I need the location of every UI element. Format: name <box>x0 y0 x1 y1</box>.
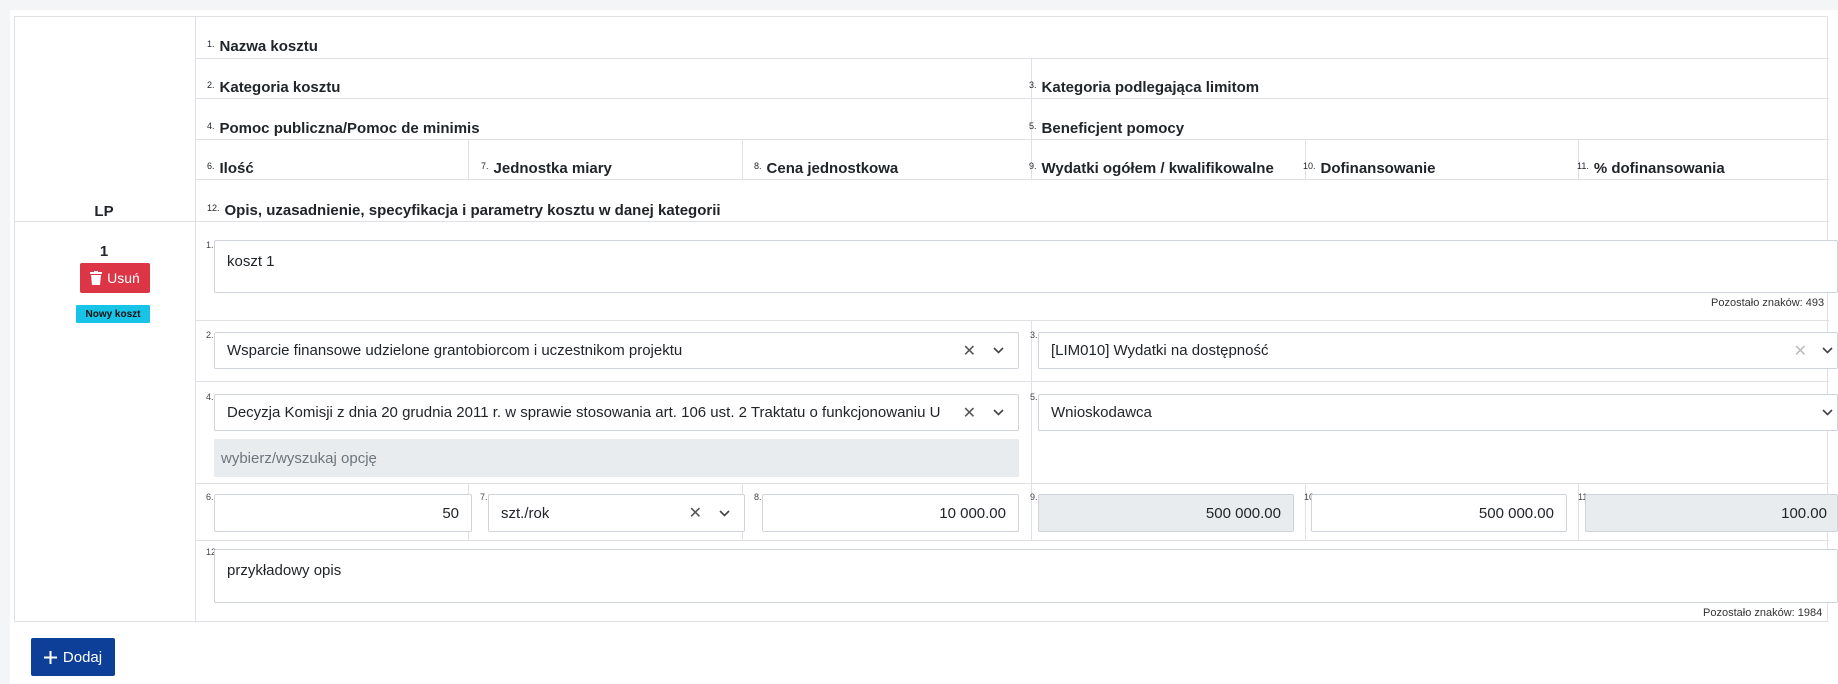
header-funding-percent: 11.% dofinansowania <box>1577 160 1725 177</box>
description-value: przykładowy opis <box>227 562 342 579</box>
header-unit: 7. Jednostka miary <box>481 160 612 177</box>
new-cost-badge: Nowy koszt <box>76 305 150 323</box>
field-index-6: 6. <box>206 492 214 502</box>
chevron-down-icon[interactable] <box>1822 395 1833 430</box>
description-textarea[interactable]: przykładowy opis <box>214 549 1838 603</box>
public-aid-select[interactable]: Decyzja Komisji z dnia 20 grudnia 2011 r… <box>214 394 1019 431</box>
clear-icon[interactable]: ✕ <box>963 333 976 368</box>
chevron-down-icon[interactable] <box>1822 333 1833 368</box>
header-description: 12. Opis, uzasadnienie, specyfikacja i pa… <box>207 202 721 219</box>
funding-percent-input: 100.00 <box>1585 494 1838 532</box>
clear-icon[interactable]: ✕ <box>963 395 976 430</box>
unit-price-input[interactable]: 10 000.00 <box>762 494 1019 532</box>
total-expenses-value: 500 000.00 <box>1205 504 1281 522</box>
field-index-3: 3. <box>1030 330 1038 340</box>
chevron-down-icon[interactable] <box>993 333 1004 368</box>
header-quantity: 6. Ilość <box>207 160 254 177</box>
unit-price-value: 10 000.00 <box>939 504 1006 522</box>
quantity-value: 50 <box>442 504 459 522</box>
header-cost-category: 2. Kategoria kosztu <box>207 79 341 96</box>
header-cost-name: 1. Nazwa kosztu <box>207 38 318 55</box>
chevron-down-icon[interactable] <box>719 495 730 531</box>
field-index-4: 4. <box>206 392 214 402</box>
aid-beneficiary-value: Wnioskodawca <box>1051 404 1152 421</box>
clear-icon[interactable]: ✕ <box>1794 333 1807 368</box>
field-index-9: 9. <box>1030 492 1038 502</box>
description-counter: Pozostało znaków: 1984 <box>1703 607 1823 619</box>
delete-button-label: Usuń <box>107 270 140 286</box>
trash-icon <box>90 271 103 285</box>
delete-button[interactable]: Usuń <box>80 263 150 293</box>
field-index-2: 2. <box>206 330 214 340</box>
clear-icon[interactable]: ✕ <box>689 495 702 531</box>
row-number: 1 <box>99 243 109 260</box>
cost-category-value: Wsparcie finansowe udzielone grantobiorc… <box>227 342 683 359</box>
header-aid-beneficiary: 5. Beneficjent pomocy <box>1029 120 1185 137</box>
cost-category-select[interactable]: Wsparcie finansowe udzielone grantobiorc… <box>214 332 1019 369</box>
public-aid-value: Decyzja Komisji z dnia 20 grudnia 2011 r… <box>227 404 941 421</box>
header-total-expenses: 9. Wydatki ogółem / kwalifikowalne <box>1029 160 1274 177</box>
funding-percent-value: 100.00 <box>1781 504 1827 522</box>
chevron-down-icon[interactable] <box>993 395 1004 430</box>
funding-input[interactable]: 500 000.00 <box>1311 494 1567 532</box>
add-cost-button[interactable]: Dodaj <box>31 638 115 676</box>
aid-search-input[interactable]: wybierz/wyszukaj opcję <box>214 439 1019 477</box>
unit-select[interactable]: szt./rok ✕ <box>488 494 745 532</box>
limit-category-value: [LIM010] Wydatki na dostępność <box>1051 342 1269 359</box>
funding-value: 500 000.00 <box>1478 504 1554 522</box>
field-index-7: 7. <box>480 492 488 502</box>
cost-name-counter: Pozostało znaków: 493 <box>1711 297 1825 309</box>
unit-value: szt./rok <box>501 504 550 522</box>
header-unit-price: 8. Cena jednostkowa <box>754 160 899 177</box>
aid-beneficiary-select[interactable]: Wnioskodawca <box>1038 394 1838 431</box>
limit-category-select[interactable]: [LIM010] Wydatki na dostępność ✕ <box>1038 332 1838 369</box>
cost-name-textarea[interactable]: koszt 1 <box>214 240 1838 293</box>
field-index-8: 8. <box>754 492 762 502</box>
field-index-5: 5. <box>1030 392 1038 402</box>
aid-search-placeholder: wybierz/wyszukaj opcję <box>221 449 377 467</box>
header-limit-category: 3. Kategoria podlegająca limitom <box>1029 79 1260 96</box>
total-expenses-input: 500 000.00 <box>1038 494 1294 532</box>
header-public-aid: 4. Pomoc publiczna/Pomoc de minimis <box>207 120 480 137</box>
header-lp: LP <box>94 203 114 220</box>
field-index-1: 1. <box>206 240 214 250</box>
header-funding: 10. Dofinansowanie <box>1303 160 1436 177</box>
add-cost-label: Dodaj <box>62 648 103 666</box>
quantity-input[interactable]: 50 <box>214 494 472 532</box>
cost-name-value: koszt 1 <box>227 253 275 270</box>
plus-icon <box>43 650 57 664</box>
